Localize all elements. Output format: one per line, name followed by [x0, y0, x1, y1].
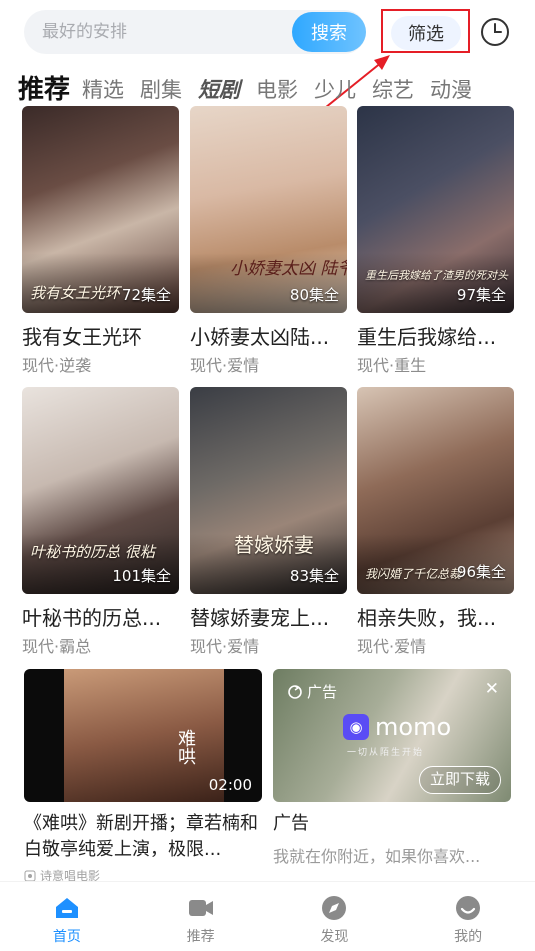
download-button[interactable]: 立即下载	[419, 766, 501, 794]
poster-title-art: 重生后我嫁给了渣男的死对头	[365, 269, 508, 282]
video-icon	[188, 900, 213, 916]
close-icon[interactable]: ✕	[485, 679, 499, 699]
tab-variety[interactable]: 综艺	[372, 72, 414, 108]
nav-profile[interactable]: 我的	[401, 882, 535, 951]
drama-card[interactable]: 替嫁娇妻 83集全 替嫁娇妻宠上... 现代·爱情	[190, 387, 347, 657]
drama-tags: 现代·爱情	[190, 356, 260, 375]
drama-card[interactable]: 我闪婚了千亿总裁 96集全 相亲失败，我... 现代·爱情	[357, 387, 514, 657]
drama-poster[interactable]: 我有女王光环 72集全	[22, 106, 179, 313]
poster-title-art: 我有女王光环	[30, 284, 121, 302]
drama-tags: 现代·爱情	[190, 637, 260, 656]
ad-badge-label: 广告	[307, 683, 338, 701]
poster-title-art: 小娇妻太凶 陆爷	[230, 259, 347, 279]
episode-count: 80集全	[289, 286, 339, 304]
profile-icon	[456, 896, 481, 920]
nav-home[interactable]: 首页	[0, 882, 134, 951]
drama-title[interactable]: 叶秘书的历总...	[22, 602, 179, 631]
ad-poster[interactable]: 广告 ✕ ◉ momo 一切从陌生开始 立即下载	[273, 669, 511, 802]
poster-title-art: 替嫁娇妻	[234, 533, 314, 557]
tab-kids[interactable]: 少儿	[314, 72, 356, 108]
drama-card[interactable]: 叶秘书的历总 很粘 101集全 叶秘书的历总... 现代·霸总	[22, 387, 179, 657]
momo-logo-icon: ◉	[343, 714, 369, 740]
drama-card[interactable]: 重生后我嫁给了渣男的死对头 97集全 重生后我嫁给... 现代·重生	[357, 106, 514, 376]
filter-button[interactable]: 筛选	[391, 16, 461, 50]
drama-card[interactable]: 我有女王光环 72集全 我有女王光环 现代·逆袭	[22, 106, 179, 376]
video-poster-title: 难哄	[175, 729, 196, 765]
tab-featured[interactable]: 精选	[82, 72, 124, 108]
tab-short-drama[interactable]: 短剧	[198, 72, 240, 108]
momo-logo: ◉ momo	[343, 713, 451, 741]
drama-poster[interactable]: 小娇妻太凶 陆爷 80集全	[190, 106, 347, 313]
home-icon	[55, 898, 78, 918]
drama-tags: 现代·逆袭	[22, 356, 92, 375]
ad-badge: 广告	[287, 681, 337, 702]
nav-recommend-label: 推荐	[186, 929, 215, 945]
drama-card[interactable]: 小娇妻太凶 陆爷 80集全 小娇妻太凶陆... 现代·爱情	[190, 106, 347, 376]
drama-poster[interactable]: 替嫁娇妻 83集全	[190, 387, 347, 594]
drama-tags: 现代·重生	[357, 356, 427, 375]
tab-recommend[interactable]: 推荐	[18, 72, 70, 108]
drama-title[interactable]: 小娇妻太凶陆...	[190, 321, 347, 350]
episode-count: 97集全	[456, 286, 506, 304]
nav-discover[interactable]: 发现	[268, 882, 402, 951]
search-input[interactable]	[42, 10, 302, 54]
nav-recommend[interactable]: 推荐	[134, 882, 268, 951]
drama-title[interactable]: 我有女王光环	[22, 321, 179, 350]
episode-count: 96集全	[456, 563, 506, 581]
ad-slogan: 一切从陌生开始	[347, 748, 425, 758]
featured-video-card[interactable]: 难哄 02:00 《难哄》新剧开播；章若楠和白敬亭纯爱上演，极限... 诗意唱电…	[24, 669, 264, 884]
drama-poster[interactable]: 叶秘书的历总 很粘 101集全	[22, 387, 179, 594]
drama-tags: 现代·霸总	[22, 637, 92, 656]
momo-brand: momo	[375, 713, 452, 741]
drama-title[interactable]: 相亲失败，我...	[357, 602, 514, 631]
category-tabs: 推荐 精选 剧集 短剧 电影 少儿 综艺 动漫	[18, 68, 488, 108]
episode-count: 101集全	[112, 567, 171, 585]
episode-count: 72集全	[121, 286, 171, 304]
nav-profile-label: 我的	[454, 929, 483, 945]
drama-poster[interactable]: 我闪婚了千亿总裁 96集全	[357, 387, 514, 594]
nav-discover-label: 发现	[320, 929, 349, 945]
ad-card[interactable]: 广告 ✕ ◉ momo 一切从陌生开始 立即下载 广告 我就在你附近，如果你喜欢…	[273, 669, 513, 867]
ad-refresh-icon	[288, 684, 302, 699]
compass-icon	[322, 896, 347, 920]
nav-home-label: 首页	[52, 929, 81, 945]
bottom-nav: 首页 推荐 发现 我的	[0, 881, 535, 951]
drama-tags: 现代·爱情	[357, 637, 427, 656]
search-button[interactable]: 搜索	[292, 12, 366, 52]
tab-series[interactable]: 剧集	[140, 72, 182, 108]
source-icon	[24, 870, 36, 881]
drama-title[interactable]: 重生后我嫁给...	[357, 321, 514, 350]
video-duration: 02:00	[208, 776, 252, 794]
episode-count: 83集全	[289, 567, 339, 585]
video-title[interactable]: 《难哄》新剧开播；章若楠和白敬亭纯爱上演，极限...	[24, 811, 264, 863]
tab-movie[interactable]: 电影	[256, 72, 298, 108]
ad-subtitle: 我就在你附近，如果你喜欢...	[273, 847, 481, 866]
poster-title-art: 叶秘书的历总 很粘	[30, 543, 155, 561]
tab-anime[interactable]: 动漫	[430, 72, 472, 108]
ad-title[interactable]: 广告	[273, 811, 513, 837]
drama-title[interactable]: 替嫁娇妻宠上...	[190, 602, 347, 631]
history-clock-icon[interactable]	[479, 16, 511, 48]
poster-title-art: 我闪婚了千亿总裁	[365, 567, 462, 581]
video-poster[interactable]: 难哄 02:00	[24, 669, 262, 802]
drama-poster[interactable]: 重生后我嫁给了渣男的死对头 97集全	[357, 106, 514, 313]
